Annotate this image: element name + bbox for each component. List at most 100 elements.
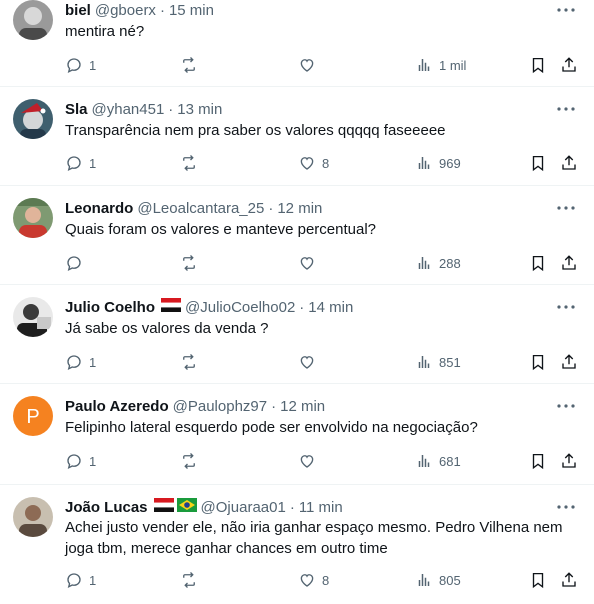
bookmark-button[interactable] (529, 253, 547, 273)
retweet-button[interactable] (180, 253, 204, 273)
author-handle[interactable]: @yhan451 (92, 101, 165, 118)
reply-button[interactable]: 1 (65, 570, 96, 590)
tweet-actions: 1 1 mil (65, 55, 576, 75)
views-button[interactable]: 288 (415, 253, 461, 273)
separator-dot: · (268, 199, 274, 217)
author-handle[interactable]: @Leoalcantara_25 (137, 200, 264, 217)
retweet-button[interactable] (180, 55, 204, 75)
separator-dot: · (289, 498, 295, 516)
author-handle[interactable]: @Ojuaraa01 (201, 499, 286, 516)
view-count: 969 (439, 155, 461, 171)
author-name[interactable]: João Lucas (65, 499, 148, 516)
reply-icon (67, 256, 81, 272)
bookmark-button[interactable] (529, 352, 547, 372)
bookmark-icon (532, 57, 544, 74)
analytics-icon (418, 59, 430, 71)
reply-button[interactable]: 1 (65, 451, 96, 471)
author-name[interactable]: Julio Coelho (65, 299, 155, 316)
author-handle[interactable]: @JulioCoelho02 (185, 299, 295, 316)
retweet-button[interactable] (180, 570, 204, 590)
like-button[interactable]: 8 (298, 570, 329, 590)
tweet[interactable]: biel @gboerx · 15 min mentira né? 1 1 mi… (0, 0, 594, 87)
like-button[interactable] (298, 352, 322, 372)
bookmark-button[interactable] (529, 153, 547, 173)
reply-button[interactable] (65, 253, 89, 273)
author-name[interactable]: Paulo Azeredo (65, 398, 169, 415)
reply-button[interactable]: 1 (65, 153, 96, 173)
author-handle[interactable]: @Paulophz97 (173, 398, 267, 415)
timestamp[interactable]: 13 min (177, 101, 222, 118)
tweet[interactable]: Leonardo @Leoalcantara_25 · 12 min Quais… (0, 186, 594, 285)
author-name[interactable]: Sla (65, 101, 88, 118)
bookmark-button[interactable] (529, 451, 547, 471)
like-button[interactable]: 8 (298, 153, 329, 173)
views-button[interactable]: 1 mil (415, 55, 466, 75)
share-button[interactable] (560, 55, 578, 75)
timestamp[interactable]: 14 min (308, 299, 353, 316)
avatar[interactable] (13, 297, 53, 337)
like-button[interactable] (298, 253, 322, 273)
avatar[interactable]: P (13, 396, 53, 436)
analytics-icon (418, 574, 430, 586)
tweet[interactable]: Julio Coelho @JulioCoelho02 · 14 min Já … (0, 285, 594, 384)
bookmark-button[interactable] (529, 55, 547, 75)
separator-dot: · (159, 1, 165, 19)
like-button[interactable] (298, 55, 322, 75)
more-options-icon[interactable] (556, 297, 576, 317)
views-button[interactable]: 805 (415, 570, 461, 590)
more-options-icon[interactable] (556, 0, 576, 20)
tweet-actions: 1 8 805 (65, 570, 576, 590)
heart-icon (300, 157, 314, 170)
bookmark-icon (532, 354, 544, 371)
tweet[interactable]: P Paulo Azeredo @Paulophz97 · 12 min Fel… (0, 384, 594, 485)
timestamp[interactable]: 15 min (169, 2, 214, 19)
retweet-button[interactable] (180, 451, 204, 471)
analytics-icon (418, 157, 430, 169)
share-icon (562, 255, 576, 270)
more-options-icon[interactable] (556, 396, 576, 416)
timestamp[interactable]: 12 min (277, 200, 322, 217)
more-options-icon[interactable] (556, 99, 576, 119)
tweet[interactable]: João Lucas @Ojuaraa01 · 11 min Achei jus… (0, 485, 594, 604)
bookmark-button[interactable] (529, 570, 547, 590)
more-options-icon[interactable] (556, 198, 576, 218)
reply-button[interactable]: 1 (65, 352, 96, 372)
author-handle[interactable]: @gboerx (95, 2, 156, 19)
share-button[interactable] (560, 253, 578, 273)
avatar[interactable] (13, 497, 53, 537)
heart-icon (300, 574, 314, 587)
share-icon (562, 453, 576, 468)
share-button[interactable] (560, 570, 578, 590)
timestamp[interactable]: 11 min (299, 499, 343, 516)
like-button[interactable] (298, 451, 322, 471)
tweet-text: Transparência nem pra saber os valores q… (65, 122, 446, 139)
avatar[interactable] (13, 99, 53, 139)
reply-count: 1 (89, 572, 97, 588)
retweet-button[interactable] (180, 153, 204, 173)
bookmark-icon (532, 155, 544, 172)
views-button[interactable]: 851 (415, 352, 461, 372)
tweet-text: Felipinho lateral esquerdo pode ser envo… (65, 419, 478, 436)
view-count: 288 (439, 255, 461, 271)
retweet-icon (183, 255, 195, 271)
share-button[interactable] (560, 451, 578, 471)
views-button[interactable]: 969 (415, 153, 461, 173)
separator-dot: · (271, 397, 277, 415)
avatar[interactable] (13, 198, 53, 238)
author-name[interactable]: Leonardo (65, 200, 133, 217)
tweet-text: mentira né? (65, 23, 145, 40)
reply-count: 1 (89, 155, 97, 171)
reply-button[interactable]: 1 (65, 55, 96, 75)
share-button[interactable] (560, 153, 578, 173)
timestamp[interactable]: 12 min (280, 398, 325, 415)
share-button[interactable] (560, 352, 578, 372)
retweet-button[interactable] (180, 352, 204, 372)
view-count: 851 (439, 354, 461, 370)
tweet[interactable]: Sla @yhan451 · 13 min Transparência nem … (0, 87, 594, 186)
views-button[interactable]: 681 (415, 451, 461, 471)
avatar[interactable] (13, 0, 53, 40)
author-name[interactable]: biel (65, 2, 91, 19)
retweet-icon (183, 57, 195, 73)
share-icon (562, 354, 576, 369)
more-options-icon[interactable] (556, 497, 576, 517)
